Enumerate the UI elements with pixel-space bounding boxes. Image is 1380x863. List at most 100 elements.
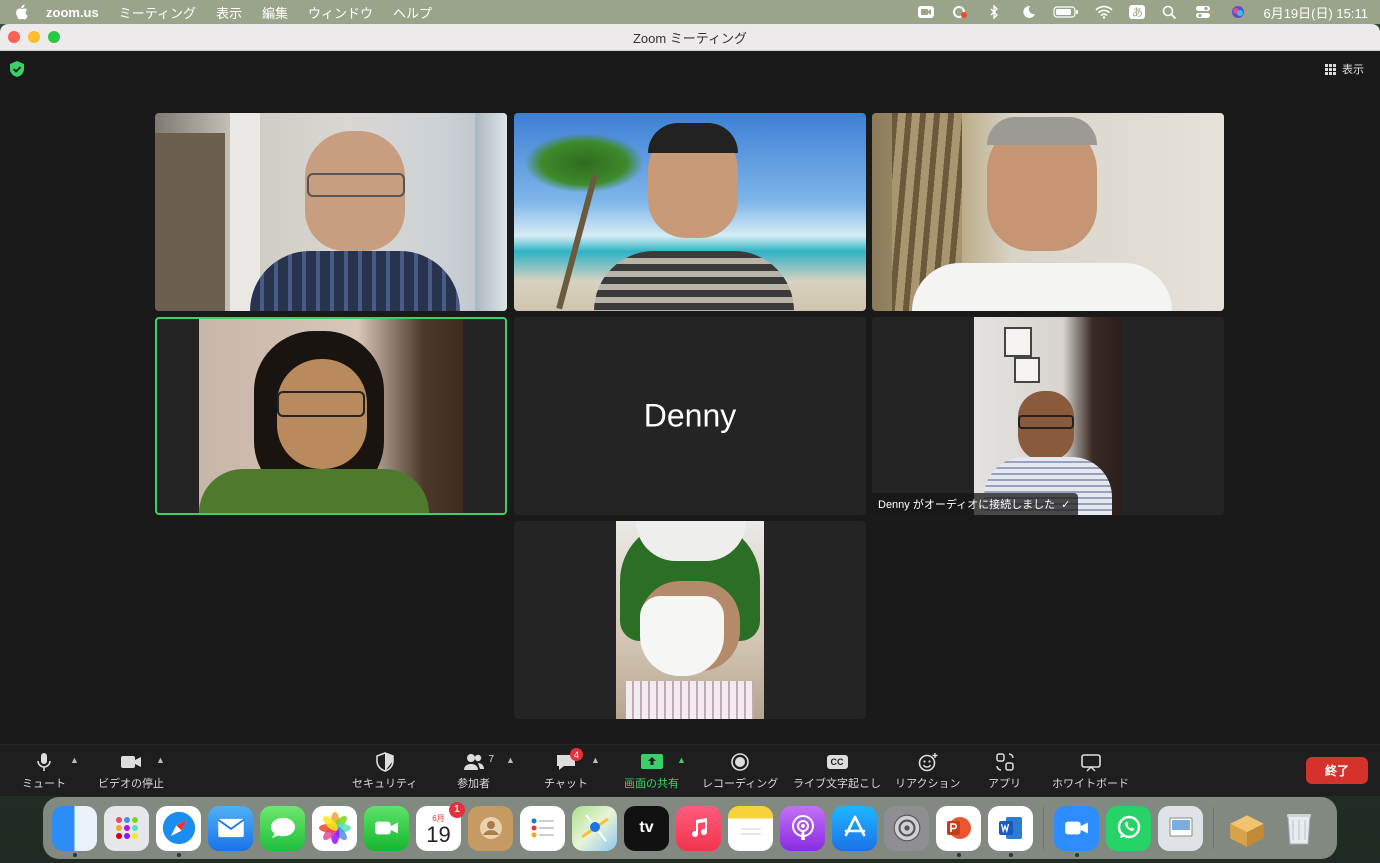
share-screen-button[interactable]: 画面の共有 <box>624 751 679 791</box>
menu-meeting[interactable]: ミーティング <box>119 3 196 22</box>
focus-moon-icon[interactable] <box>1019 5 1037 19</box>
music-icon[interactable] <box>676 805 721 851</box>
finder-icon[interactable] <box>52 805 97 857</box>
view-label: 表示 <box>1342 64 1364 76</box>
maps-icon[interactable] <box>572 805 617 851</box>
chat-options-chevron-icon[interactable]: ▲ <box>591 755 600 765</box>
participants-button[interactable]: 7 参加者 <box>457 751 494 791</box>
participant-video <box>872 113 1224 311</box>
closed-caption-icon: CC <box>826 755 848 769</box>
participant-name-denny: Denny <box>643 397 737 434</box>
mail-icon[interactable] <box>208 805 253 851</box>
search-icon[interactable] <box>1161 5 1179 19</box>
participant-video <box>199 319 463 513</box>
fullscreen-window-button[interactable] <box>48 31 60 43</box>
menu-window[interactable]: ウィンドウ <box>308 3 373 22</box>
wifi-icon[interactable] <box>1095 5 1114 19</box>
messages-icon[interactable] <box>260 805 305 851</box>
participants-label: 参加者 <box>457 778 490 790</box>
menubar-clock[interactable]: 6月19日(日) 15:11 <box>1263 3 1368 22</box>
siri-icon[interactable] <box>1229 5 1247 19</box>
menu-edit[interactable]: 編集 <box>262 3 288 22</box>
downloads-folder-icon[interactable] <box>1224 806 1269 851</box>
record-button[interactable]: レコーディング <box>702 751 778 791</box>
calendar-icon[interactable]: 6月 19 1 <box>416 801 465 851</box>
menu-view[interactable]: 表示 <box>216 3 242 22</box>
zoom-status-icon[interactable] <box>917 5 935 19</box>
participant-video-tile[interactable] <box>514 113 866 311</box>
end-meeting-button[interactable]: 終了 <box>1306 757 1368 784</box>
zoom-icon[interactable] <box>1054 805 1099 857</box>
minimize-window-button[interactable] <box>28 31 40 43</box>
record-icon <box>731 753 749 771</box>
system-preferences-icon[interactable] <box>884 805 929 851</box>
apple-tv-icon[interactable]: tv <box>624 805 669 851</box>
whiteboard-button[interactable]: ホワイトボード <box>1052 751 1129 791</box>
participant-video-tile[interactable] <box>872 113 1224 311</box>
chat-button[interactable]: 4 チャット <box>544 748 588 791</box>
view-toggle-button[interactable]: 表示 <box>1325 61 1364 77</box>
dock-separator <box>1043 807 1044 849</box>
battery-icon[interactable] <box>1053 5 1079 19</box>
audio-options-chevron-icon[interactable]: ▲ <box>70 755 79 765</box>
stop-video-button[interactable]: ビデオの停止 <box>98 751 164 791</box>
photos-icon[interactable] <box>312 805 357 851</box>
input-method-icon[interactable]: あ <box>1129 5 1146 19</box>
active-speaker-tile[interactable] <box>155 317 507 515</box>
participant-video <box>514 113 866 311</box>
participant-name-tile[interactable]: Denny <box>514 317 866 515</box>
reactions-button[interactable]: リアクション <box>895 751 960 791</box>
launchpad-icon[interactable] <box>104 805 149 851</box>
participants-count: 7 <box>488 754 495 765</box>
title-bar[interactable]: Zoom ミーティング <box>0 24 1380 51</box>
reaction-smiley-icon <box>918 753 938 772</box>
whiteboard-label: ホワイトボード <box>1052 778 1129 790</box>
security-shield-icon <box>375 752 394 772</box>
trash-icon[interactable] <box>1276 806 1321 851</box>
creative-cloud-icon[interactable] <box>951 5 969 19</box>
participant-video-tile[interactable] <box>155 113 507 311</box>
contacts-icon[interactable] <box>468 805 513 851</box>
facetime-icon[interactable] <box>364 805 409 851</box>
share-options-chevron-icon[interactable]: ▲ <box>677 755 686 765</box>
microphone-icon <box>37 753 51 771</box>
zoom-window: Zoom ミーティング 表示 Denny Denny がオーディオに接続しました… <box>0 24 1380 796</box>
word-icon[interactable] <box>988 805 1033 857</box>
apple-icon[interactable] <box>12 3 30 21</box>
menu-bar: zoom.us ミーティング 表示 編集 ウィンドウ ヘルプ あ 6月19日(日… <box>0 0 1380 24</box>
bluetooth-icon[interactable] <box>985 5 1003 19</box>
live-transcript-label: ライブ文字起こし <box>793 778 881 790</box>
chat-label: チャット <box>544 778 588 790</box>
live-transcript-button[interactable]: CC ライブ文字起こし <box>793 751 881 791</box>
participant-video-tile[interactable] <box>514 521 866 719</box>
video-options-chevron-icon[interactable]: ▲ <box>156 755 165 765</box>
menu-app-name[interactable]: zoom.us <box>46 5 99 20</box>
participants-options-chevron-icon[interactable]: ▲ <box>506 755 515 765</box>
record-label: レコーディング <box>702 778 779 790</box>
podcasts-icon[interactable] <box>780 805 825 851</box>
audio-connected-notice: Denny がオーディオに接続しました ✓ <box>872 493 1079 515</box>
apple-tv-label: tv <box>639 819 654 836</box>
whatsapp-icon[interactable] <box>1106 805 1151 851</box>
meeting-area: 表示 Denny Denny がオーディオに接続しました ✓ <box>0 51 1380 744</box>
video-camera-icon <box>121 756 141 768</box>
encryption-shield-icon[interactable] <box>10 61 24 77</box>
mute-button[interactable]: ミュート <box>22 751 66 791</box>
participant-video-tile[interactable]: Denny がオーディオに接続しました ✓ <box>872 317 1224 515</box>
share-screen-icon <box>640 754 663 769</box>
security-button[interactable]: セキュリティ <box>352 751 417 791</box>
preview-icon[interactable] <box>1158 805 1203 851</box>
app-store-icon[interactable] <box>832 805 877 851</box>
stop-video-label: ビデオの停止 <box>98 778 164 790</box>
meeting-toolbar: ミュート ▲ ビデオの停止 ▲ セキュリティ 7 参加者 ▲ 4 チャット ▲ <box>0 744 1380 796</box>
macos-dock: 6月 19 1 tv <box>43 797 1337 859</box>
safari-icon[interactable] <box>156 805 201 857</box>
reminders-icon[interactable] <box>520 805 565 851</box>
notes-icon[interactable] <box>728 805 773 851</box>
powerpoint-icon[interactable] <box>936 805 981 857</box>
apps-button[interactable]: アプリ <box>988 751 1021 791</box>
menu-help[interactable]: ヘルプ <box>393 3 432 22</box>
control-center-icon[interactable] <box>1195 5 1214 19</box>
mute-label: ミュート <box>22 778 66 790</box>
close-window-button[interactable] <box>8 31 20 43</box>
